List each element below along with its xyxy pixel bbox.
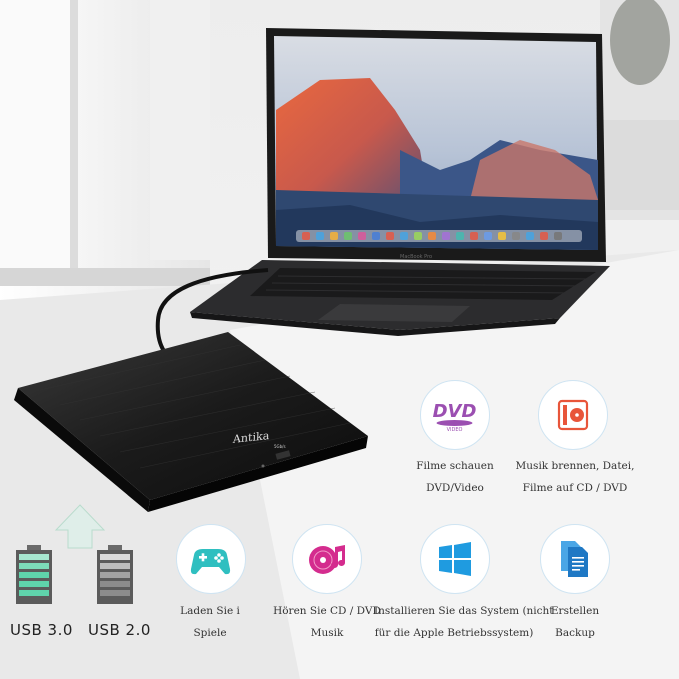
usb3-label: USB 3.0: [10, 621, 73, 639]
usb3-battery-icon: [16, 545, 52, 604]
usb2-battery-icon: [97, 545, 133, 604]
games-feature-line2: Spiele: [193, 627, 227, 639]
burn-feature-line1: Musik brennen, Datei,: [515, 460, 635, 472]
music-feature-line1: Hören Sie CD / DVD: [273, 605, 381, 617]
burn-disc-icon: [557, 399, 589, 431]
burn-feature-line2: Filme auf CD / DVD: [522, 482, 628, 494]
svg-text:VIDEO: VIDEO: [447, 427, 463, 433]
backup-feature-line1: Erstellen: [550, 605, 600, 617]
dvd-feature-circle: DVD VIDEO: [420, 380, 490, 450]
burn-feature-circle: [538, 380, 608, 450]
dvd-video-icon: DVD VIDEO: [433, 401, 477, 433]
windows-icon: [439, 542, 471, 576]
product-scene: Antika 5Gb/s MacBook Pro USB 3.0 USB 2.0…: [0, 0, 679, 679]
gamepad-icon: [190, 549, 231, 575]
windows-feature-caption: Installieren Sie das System (nicht für d…: [374, 600, 554, 644]
backup-feature-line2: Backup: [555, 627, 595, 639]
backup-feature-circle: [540, 524, 610, 594]
music-feature-line2: Musik: [310, 627, 344, 639]
laptop-label: MacBook Pro: [400, 254, 433, 260]
usb-port-label: 5Gb/s: [274, 444, 286, 449]
usb2-label: USB 2.0: [88, 621, 151, 639]
burn-feature-caption: Musik brennen, Datei, Filme auf CD / DVD: [505, 455, 645, 499]
document-backup-icon: [561, 541, 588, 577]
games-feature-line1: Laden Sie i: [180, 605, 240, 617]
games-feature-caption: Laden Sie i Spiele: [150, 600, 270, 644]
backup-feature-caption: Erstellen Backup: [515, 600, 635, 644]
windows-feature-circle: [420, 524, 490, 594]
svg-text:DVD: DVD: [433, 401, 477, 422]
music-feature-circle: [292, 524, 362, 594]
music-feature-caption: Hören Sie CD / DVD Musik: [262, 600, 392, 644]
windows-feature-line2: für die Apple Betriebssystem): [374, 627, 534, 639]
windows-feature-line1: Installieren Sie das System (nicht: [374, 605, 554, 617]
games-feature-circle: [176, 524, 246, 594]
music-disc-icon: [309, 545, 345, 574]
